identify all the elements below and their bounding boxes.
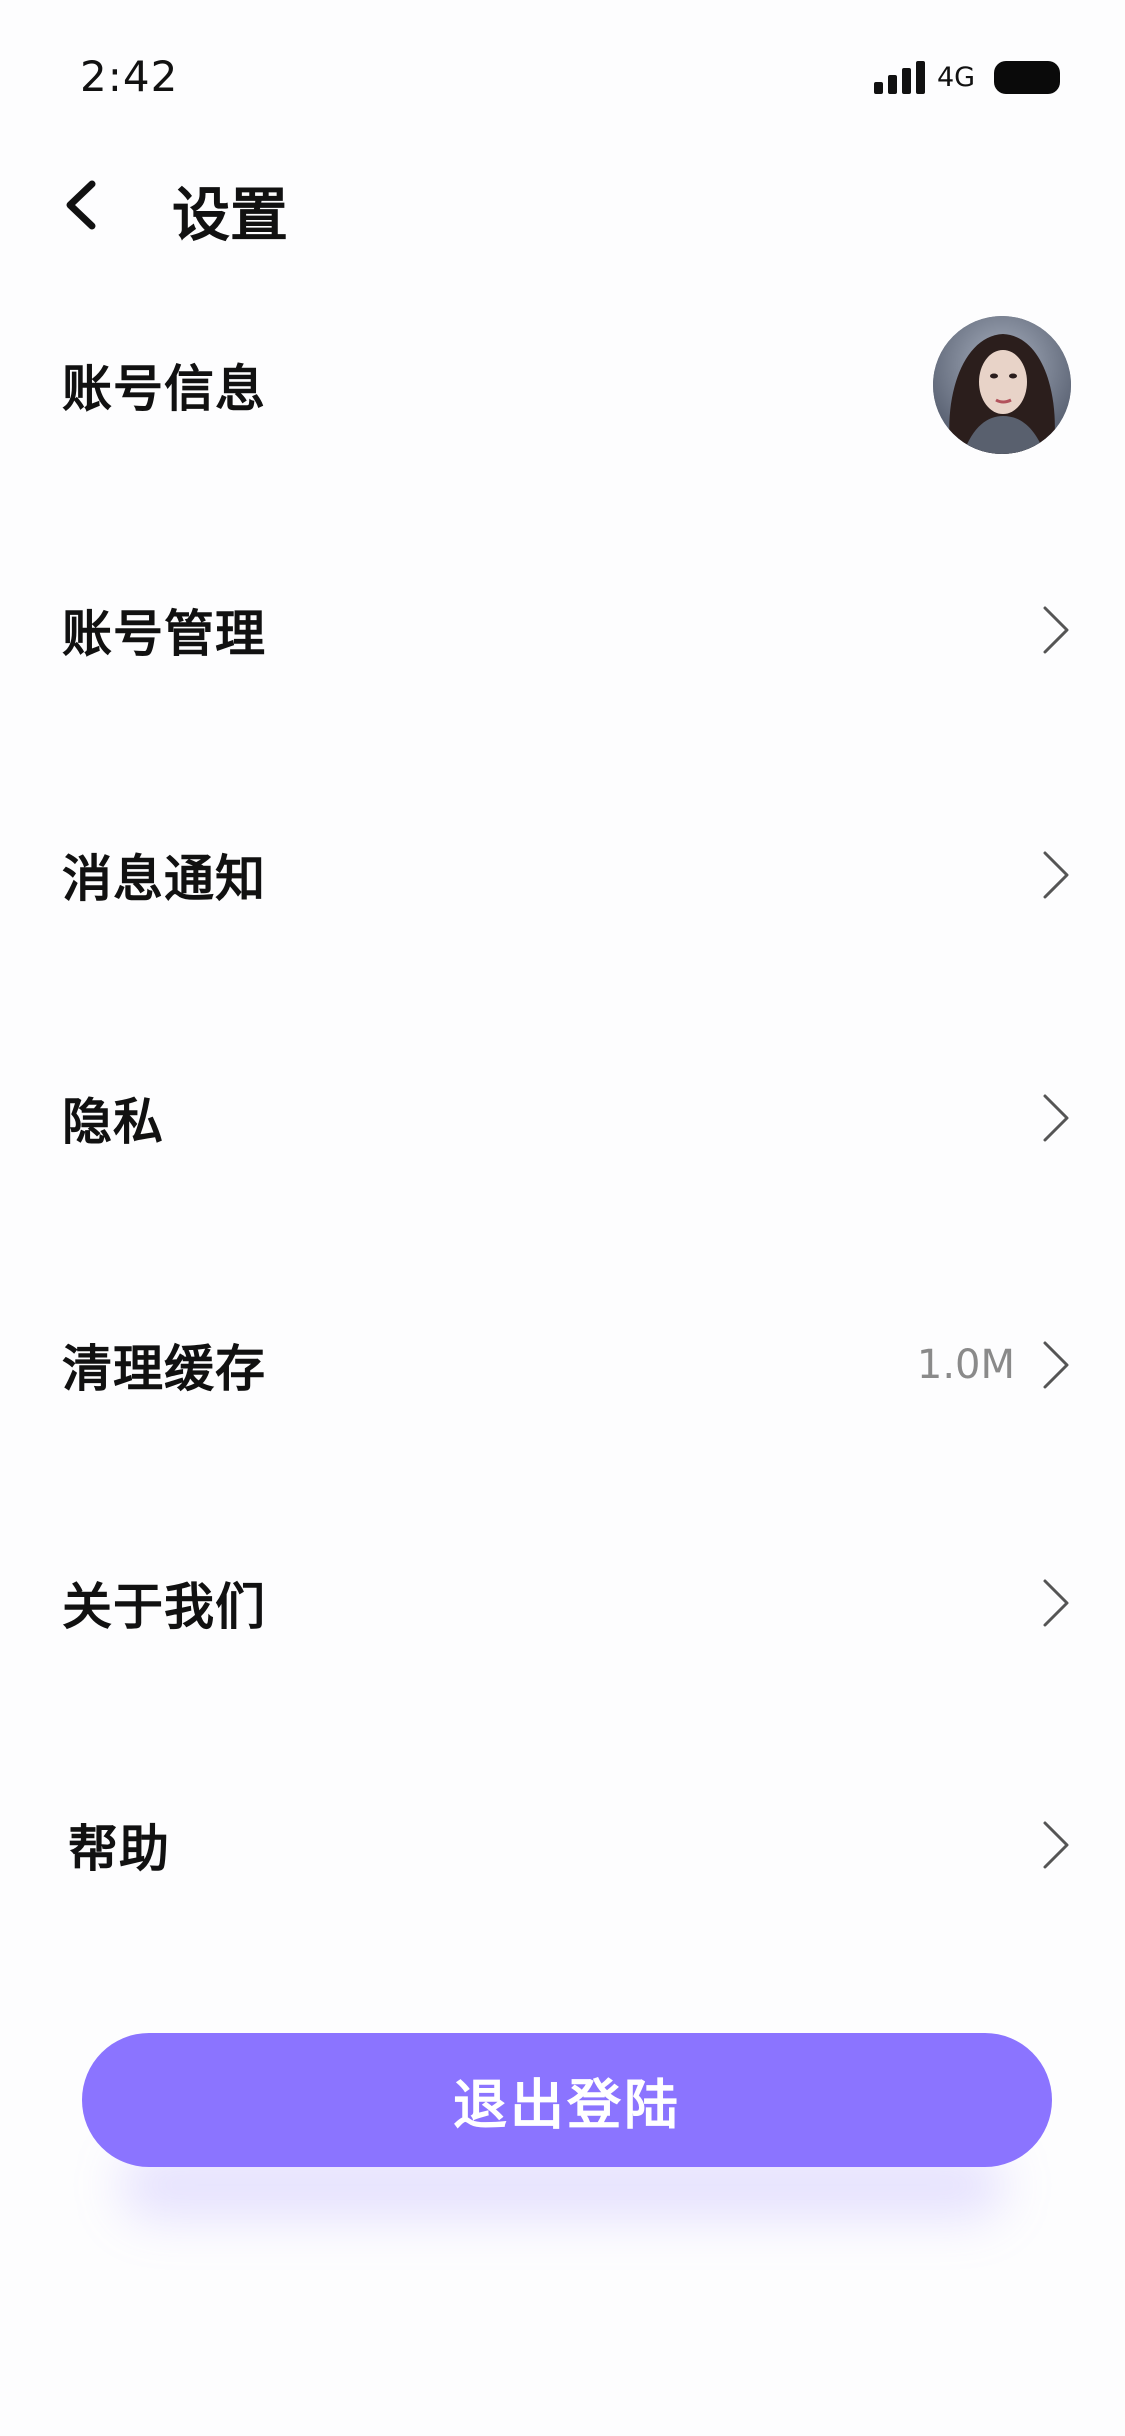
settings-item-account-info[interactable]: 账号信息 — [0, 310, 1125, 460]
avatar-photo — [933, 316, 1071, 454]
chevron-right-icon — [1035, 1090, 1075, 1146]
logout-label: 退出登陆 — [453, 2075, 681, 2136]
settings-screen: 2:42 4G 设置 账号信息 账号管理 消息通知 隐私 清理缓存 1.0M 关… — [0, 0, 1125, 2436]
chevron-right-icon — [1035, 1817, 1075, 1873]
settings-item-privacy[interactable]: 隐私 — [0, 1043, 1125, 1193]
chevron-right-icon — [1035, 1337, 1075, 1393]
status-time: 2:42 — [80, 52, 179, 101]
settings-item-label: 隐私 — [62, 1093, 164, 1151]
avatar[interactable] — [933, 316, 1071, 454]
chevron-right-icon — [1035, 1575, 1075, 1631]
settings-item-clear-cache[interactable]: 清理缓存 1.0M — [0, 1290, 1125, 1440]
settings-item-label: 关于我们 — [62, 1578, 266, 1636]
settings-item-label: 账号管理 — [62, 605, 266, 663]
chevron-right-icon — [1035, 602, 1075, 658]
signal-bars-icon — [874, 60, 926, 94]
page-title: 设置 — [172, 181, 289, 249]
settings-item-label: 清理缓存 — [62, 1340, 266, 1398]
settings-item-notifications[interactable]: 消息通知 — [0, 800, 1125, 950]
back-button[interactable] — [50, 170, 120, 240]
battery-icon — [994, 61, 1060, 94]
nav-header: 设置 — [0, 150, 1125, 260]
settings-item-label: 消息通知 — [62, 850, 266, 908]
chevron-right-icon — [1035, 847, 1075, 903]
settings-item-account-management[interactable]: 账号管理 — [0, 555, 1125, 705]
settings-item-about-us[interactable]: 关于我们 — [0, 1528, 1125, 1678]
chevron-left-icon — [66, 180, 96, 230]
cache-size: 1.0M — [916, 1342, 1015, 1388]
settings-item-label: 帮助 — [68, 1820, 170, 1878]
settings-item-label: 账号信息 — [62, 360, 266, 418]
logout-button[interactable]: 退出登陆 — [82, 2033, 1052, 2167]
status-bar: 2:42 4G — [0, 0, 1125, 150]
network-type: 4G — [937, 62, 976, 93]
settings-item-help[interactable]: 帮助 — [0, 1770, 1125, 1920]
